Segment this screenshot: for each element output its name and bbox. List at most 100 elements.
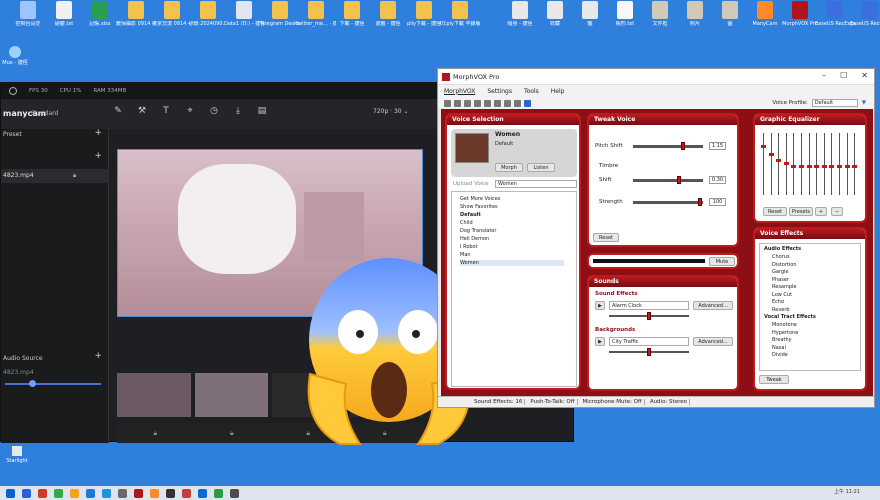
effects-list-item[interactable]: Monotone [772, 322, 860, 328]
listen-button[interactable]: Listen [527, 163, 555, 172]
taskbar-app-icon[interactable] [22, 488, 31, 498]
desktop-icon-starlight[interactable]: Starlight [0, 446, 34, 466]
toolbar-icon[interactable] [464, 99, 471, 107]
taskbar-app-icon[interactable] [118, 488, 127, 498]
record-icon[interactable] [9, 87, 17, 95]
voice-list-item[interactable]: Man [460, 252, 564, 258]
eq-band-track[interactable] [778, 133, 780, 195]
taskbar-app-icon[interactable] [150, 488, 159, 498]
backgrounds-advanced-button[interactable]: Advanced... [693, 337, 733, 346]
source-file-item[interactable]: 4823.mp4 🔒︎ [1, 169, 109, 183]
effects-list-item[interactable]: Gargle [772, 269, 860, 275]
lock-icon[interactable]: 🔒︎ [153, 429, 157, 438]
effects-list-item[interactable]: Distortion [772, 262, 860, 268]
voice-list-item[interactable]: Default [460, 212, 564, 218]
voice-profile-select[interactable]: Default [811, 99, 858, 107]
eq-band-knob[interactable] [829, 164, 835, 168]
maximize-icon[interactable]: ☐ [840, 71, 847, 80]
desktop-icon[interactable]: 記帳.xlsx [80, 0, 120, 38]
tweak-reset-button[interactable]: Reset [593, 233, 619, 242]
voice-effects-list[interactable]: Audio Effects Chorus Distortion Gargle Phase… [759, 243, 861, 371]
effects-list-item[interactable]: Resample [772, 284, 860, 290]
desktop-icon[interactable]: 硬體.txt [44, 0, 84, 38]
eq-band-track[interactable] [770, 133, 772, 195]
lock-icon[interactable]: 🔒︎ [230, 429, 234, 438]
taskbar-app-icon[interactable] [102, 488, 111, 498]
add-preset-icon[interactable]: + [94, 128, 102, 138]
eq-band-knob[interactable] [799, 164, 804, 168]
desktop-icon[interactable]: ManyCam [745, 0, 785, 38]
pitch-shift-value[interactable]: 1.15 [709, 142, 726, 150]
eq-band-knob[interactable] [791, 164, 797, 168]
effects-list-item[interactable]: Hypertone [772, 330, 860, 336]
desktop-icon[interactable]: EaseUS RecExperts [850, 0, 880, 38]
desktop-icon[interactable]: 帳形.txt [605, 0, 645, 38]
eq-band-knob[interactable] [837, 164, 842, 168]
desktop-icon[interactable]: EaseUS RecExperts [815, 0, 855, 38]
voice-list-item[interactable]: Show Favorites [460, 204, 564, 210]
desktop-icon[interactable]: Data1 (D:) - 捷徑 [224, 0, 264, 38]
film-icon[interactable]: ▤ [257, 106, 267, 116]
eq-band-knob[interactable] [783, 162, 789, 165]
effects-list-item[interactable]: Reverb [772, 307, 860, 313]
toolbar-icon[interactable] [494, 99, 501, 107]
taskbar-app-icon[interactable] [166, 488, 175, 498]
effects-list-item[interactable]: Chorus [772, 254, 860, 260]
desktop-icon[interactable]: 圖 [710, 0, 750, 38]
menu-help[interactable]: Help [551, 88, 565, 95]
toolbar-icon[interactable] [484, 99, 491, 107]
effects-list-item[interactable]: Low Cut [772, 292, 860, 298]
eq-band-knob[interactable] [776, 159, 782, 163]
shift-value[interactable]: 0.30 [709, 176, 726, 184]
add-source-icon[interactable]: + [94, 151, 102, 161]
taskbar-app-icon[interactable] [214, 488, 223, 498]
morph-button[interactable]: Morph [495, 163, 523, 172]
eq-presets-button[interactable]: Presets [789, 207, 813, 216]
desktop-icon[interactable]: 下載 - 捷徑 [332, 0, 372, 38]
eq-band-track[interactable] [763, 133, 764, 195]
desktop-icon[interactable]: 鑑 [570, 0, 610, 38]
desktop-icon[interactable]: 砂鍋 2024090... [188, 0, 228, 38]
voice-list-item[interactable]: I Robot [460, 244, 564, 250]
voice-list-item[interactable]: Get More Voices [460, 196, 564, 202]
filter-icon[interactable]: ▼ [862, 100, 866, 106]
effects-list-item[interactable]: Echo [772, 299, 860, 305]
wand-icon[interactable]: ⚒ [137, 106, 147, 116]
strength-knob[interactable] [697, 198, 702, 206]
taskbar-app-icon[interactable] [134, 488, 143, 498]
text-icon[interactable]: T [161, 106, 171, 116]
close-icon[interactable]: ✕ [861, 71, 868, 80]
desktop-icon[interactable]: 東京交流 0914 - 捷徑 [152, 0, 192, 38]
resolution-select[interactable]: 720p · 30 ⌄ [373, 108, 409, 115]
effects-advanced-button[interactable]: Advanced... [693, 301, 733, 310]
help-icon[interactable] [524, 99, 531, 107]
desktop-icon[interactable]: MorphVOX Pro [780, 0, 820, 38]
add-audio-icon[interactable]: + [94, 351, 102, 361]
voice-combo[interactable]: Women [495, 180, 577, 188]
minimize-icon[interactable]: – [822, 71, 826, 80]
strength-slider[interactable] [633, 201, 703, 204]
eq-band-knob[interactable] [852, 164, 858, 168]
taskbar-app-icon[interactable] [198, 488, 207, 498]
eq-add-icon[interactable]: + [815, 207, 827, 216]
taskbar-app-icon[interactable] [86, 488, 95, 498]
effects-group-title[interactable]: Audio Effects [764, 246, 860, 252]
mute-button[interactable]: Mute [709, 257, 735, 266]
desktop-icon[interactable]: 隨身 - 捷徑 [500, 0, 540, 38]
eq-band-knob[interactable] [814, 164, 820, 168]
taskbar-clock[interactable]: 上午 11:21 [834, 488, 860, 495]
eq-remove-icon[interactable]: − [831, 207, 843, 216]
menu-tools[interactable]: Tools [524, 88, 539, 95]
scene-thumbnail[interactable] [194, 373, 268, 417]
taskbar-app-icon[interactable] [182, 488, 191, 498]
eq-band-knob[interactable] [768, 153, 774, 157]
pen-icon[interactable]: ✎ [113, 106, 123, 116]
clock-icon[interactable]: ◷ [209, 106, 219, 116]
cursor-icon[interactable]: ⌖ [185, 106, 195, 116]
morphvox-window[interactable]: MorphVOX Pro – ☐ ✕ MorphVOX Settings Too… [437, 68, 875, 408]
backgrounds-play-icon[interactable]: ▶ [595, 337, 605, 346]
desktop-icon[interactable]: 01ply下載 丰錄版) - [440, 0, 480, 38]
toolbar-icon[interactable] [514, 99, 521, 107]
eq-band-knob[interactable] [821, 164, 827, 168]
backgrounds-select[interactable]: City Traffic [609, 337, 689, 346]
